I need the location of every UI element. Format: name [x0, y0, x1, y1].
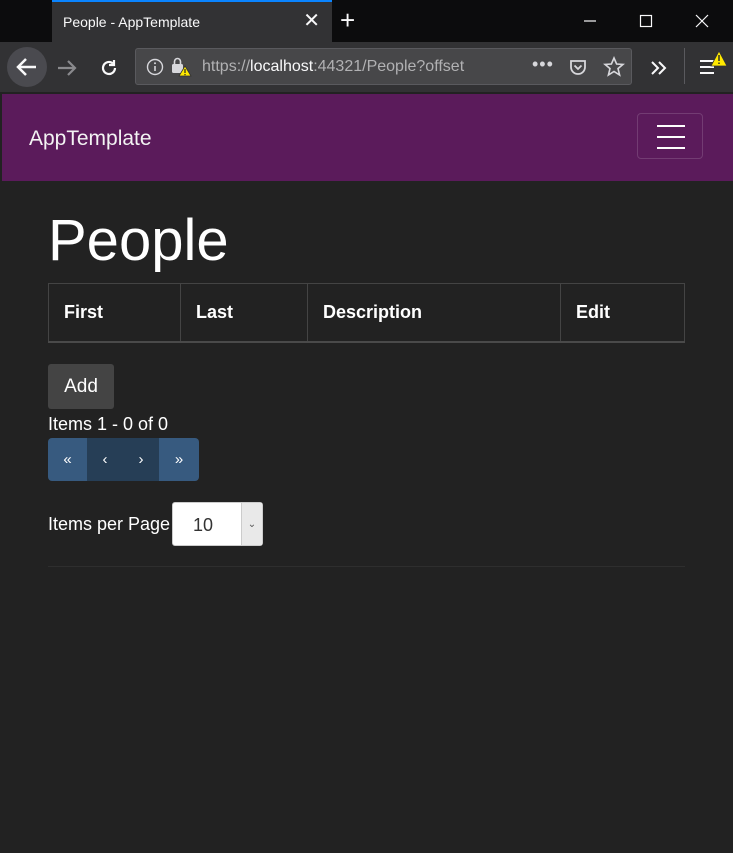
navbar-toggle-button[interactable]: [637, 113, 703, 159]
hamburger-icon-bar: [657, 136, 685, 138]
lock-warning-icon[interactable]: [170, 56, 192, 78]
back-arrow-icon: [16, 58, 36, 76]
toolbar-divider: [684, 48, 685, 84]
hamburger-icon: [657, 125, 685, 127]
column-header-description: Description: [307, 283, 561, 343]
items-per-page-select[interactable]: 10 ⌄: [172, 502, 263, 546]
hamburger-icon-bar: [657, 147, 685, 149]
table-header-row: First Last Description Edit: [48, 283, 685, 343]
add-button[interactable]: Add: [48, 364, 114, 409]
back-button[interactable]: [7, 47, 47, 87]
tab-title: People - AppTemplate: [63, 14, 200, 30]
url-path: :44321/People?offset: [313, 58, 465, 75]
tab-close-icon[interactable]: ✕: [303, 11, 320, 31]
bookmark-star-icon[interactable]: [603, 56, 625, 78]
divider: [48, 566, 685, 567]
navbar-brand[interactable]: AppTemplate: [29, 127, 152, 151]
column-header-edit: Edit: [560, 283, 685, 343]
people-table: First Last Description Edit: [48, 283, 685, 343]
url-host: localhost: [250, 58, 314, 75]
first-page-button[interactable]: «: [48, 438, 87, 481]
previous-page-button[interactable]: ‹: [87, 438, 123, 481]
browser-tab[interactable]: People - AppTemplate ✕: [52, 0, 332, 42]
column-header-last: Last: [180, 283, 308, 343]
minimize-icon[interactable]: [580, 11, 600, 31]
items-per-page-label: Items per Page: [48, 514, 171, 534]
page-actions-icon[interactable]: •••: [532, 54, 554, 75]
url-text: https://localhost:44321/People?offset: [202, 58, 492, 76]
forward-arrow-icon[interactable]: [56, 57, 78, 79]
url-scheme: https://: [202, 58, 251, 75]
reload-icon[interactable]: [98, 57, 120, 79]
app-navbar: AppTemplate: [2, 94, 733, 181]
overflow-chevron-icon[interactable]: [648, 57, 670, 79]
menu-warning-icon[interactable]: [696, 50, 730, 80]
info-icon[interactable]: [146, 58, 164, 76]
items-range-text: Items 1 - 0 of 0: [48, 414, 169, 434]
maximize-icon[interactable]: [636, 11, 656, 31]
items-per-page-value: 10: [193, 515, 214, 535]
next-page-button[interactable]: ›: [123, 438, 159, 481]
page-title: People: [48, 208, 229, 273]
chevron-down-icon[interactable]: ⌄: [241, 503, 262, 545]
last-page-button[interactable]: »: [159, 438, 199, 481]
url-bar[interactable]: https://localhost:44321/People?offset ••…: [135, 48, 632, 85]
window-close-icon[interactable]: [692, 11, 712, 31]
pocket-icon[interactable]: [568, 57, 588, 77]
column-header-first: First: [48, 283, 181, 343]
browser-tab-strip: People - AppTemplate ✕ +: [0, 0, 733, 42]
pagination: « ‹ › »: [48, 438, 199, 481]
new-tab-icon[interactable]: +: [340, 6, 355, 34]
